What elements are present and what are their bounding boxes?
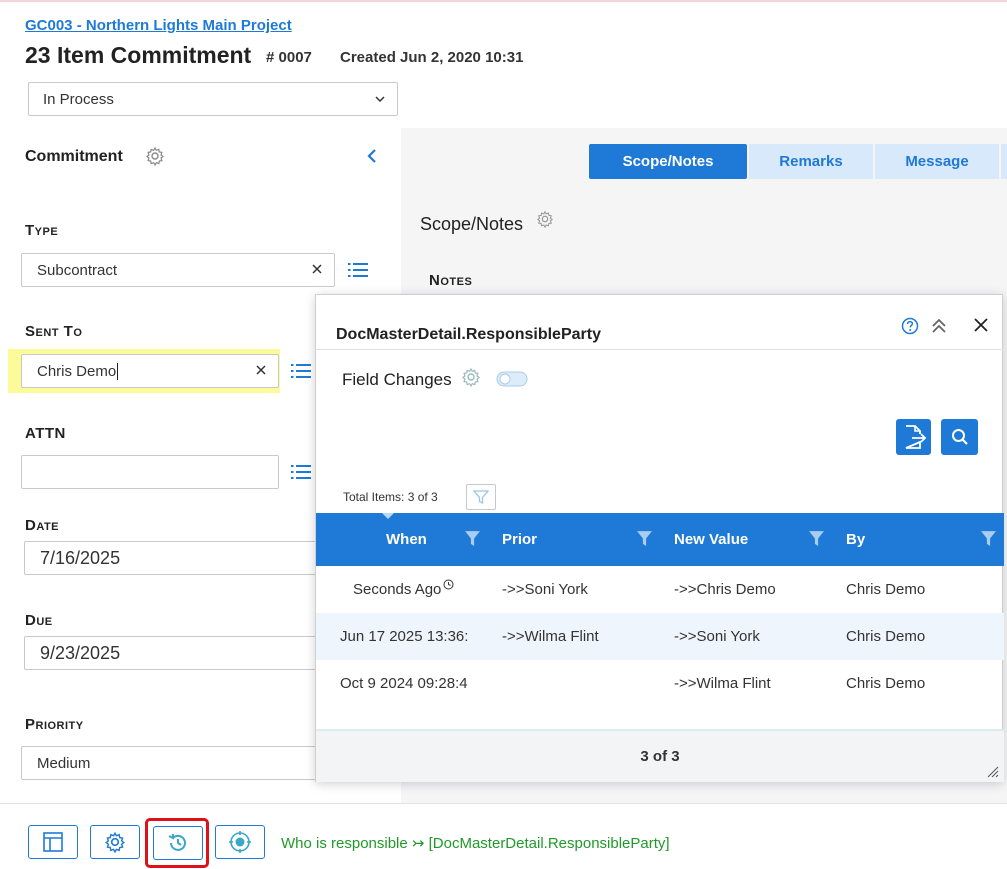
status-select[interactable]: In Process xyxy=(28,82,398,116)
settings-button[interactable] xyxy=(90,825,140,859)
cell-by: Chris Demo xyxy=(846,628,926,645)
pager-count: 3 of 3 xyxy=(640,748,680,765)
cell-prior: ->>Soni York xyxy=(502,581,588,598)
tab-overflow[interactable] xyxy=(1001,144,1007,179)
grid-header: When Prior New Value By xyxy=(316,513,1004,566)
cell-new-value: ->>Soni York xyxy=(674,628,760,645)
cell-when: Oct 9 2024 09:28:4 xyxy=(340,675,468,692)
scope-title: Scope/Notes xyxy=(420,214,524,234)
bottom-toolbar: Who is responsible ↣ [DocMasterDetail.Re… xyxy=(0,803,1007,869)
cell-new-value: ->>Chris Demo xyxy=(674,581,776,598)
field-changes-title: Field Changes xyxy=(342,370,452,389)
total-items-count: Total Items: 3 of 3 xyxy=(343,490,438,504)
due-label: Due xyxy=(25,612,53,629)
status-message: Who is responsible ↣ [DocMasterDetail.Re… xyxy=(281,835,670,852)
sent-to-value: Chris Demo xyxy=(37,362,117,380)
date-field[interactable]: 7/16/2025 xyxy=(24,541,324,575)
table-row[interactable]: Jun 17 2025 13:36: ->>Wilma Flint ->>Son… xyxy=(316,613,1004,660)
expand-icon[interactable] xyxy=(931,317,947,335)
created-timestamp: Created Jun 2, 2020 10:31 xyxy=(340,49,524,66)
target-button[interactable] xyxy=(215,825,265,859)
status-value: In Process xyxy=(43,90,114,108)
sent-to-label: Sent To xyxy=(25,323,83,340)
cell-when: Seconds Ago xyxy=(353,566,454,613)
cell-when: Jun 17 2025 13:36: xyxy=(340,628,469,645)
date-value: 7/16/2025 xyxy=(40,547,121,568)
popup-divider xyxy=(316,349,1004,350)
popup-title: DocMasterDetail.ResponsibleParty xyxy=(336,326,601,343)
gear-icon xyxy=(105,831,125,853)
text-cursor xyxy=(117,362,119,380)
column-header-by[interactable]: By xyxy=(846,513,865,566)
history-icon xyxy=(168,834,186,851)
toggle-icon[interactable] xyxy=(496,370,528,388)
layout-button[interactable] xyxy=(28,825,78,859)
gear-icon[interactable] xyxy=(461,367,481,387)
filter-icon[interactable] xyxy=(464,530,481,547)
layout-icon xyxy=(43,832,63,852)
list-icon[interactable] xyxy=(348,261,368,279)
type-value: Subcontract xyxy=(37,261,118,279)
type-label: Type xyxy=(25,222,59,239)
cell-by: Chris Demo xyxy=(846,675,926,692)
panel-title: Commitment xyxy=(25,148,123,165)
clear-icon[interactable] xyxy=(310,262,324,276)
gear-icon[interactable] xyxy=(145,146,165,166)
page-title: 23 Item Commitment xyxy=(25,42,252,68)
priority-label: Priority xyxy=(25,716,84,733)
top-accent-line xyxy=(0,0,1007,2)
date-label: Date xyxy=(25,517,60,534)
clear-icon[interactable] xyxy=(254,363,268,377)
type-field[interactable]: Subcontract xyxy=(21,253,335,287)
due-value: 9/23/2025 xyxy=(40,642,121,663)
help-icon[interactable] xyxy=(901,317,919,335)
grid-footer: 3 of 3 xyxy=(316,729,1004,782)
priority-value: Medium xyxy=(37,754,91,772)
table-row[interactable]: Seconds Ago ->>Soni York ->>Chris Demo C… xyxy=(316,566,1004,613)
tab-scope-notes[interactable]: Scope/Notes xyxy=(589,144,747,179)
doc-number: # 0007 xyxy=(266,49,312,66)
tab-bar: Scope/Notes Remarks Message xyxy=(589,144,1007,179)
export-button[interactable] xyxy=(896,419,931,455)
column-header-when[interactable]: When xyxy=(386,513,427,566)
search-icon xyxy=(951,429,968,445)
close-icon[interactable] xyxy=(973,317,989,333)
when-value: Seconds Ago xyxy=(353,581,442,598)
attn-field[interactable] xyxy=(21,455,279,489)
resize-grip-icon[interactable] xyxy=(987,766,999,778)
due-field[interactable]: 9/23/2025 xyxy=(24,636,324,670)
tab-remarks[interactable]: Remarks xyxy=(749,144,873,179)
column-header-prior[interactable]: Prior xyxy=(502,513,537,566)
list-icon[interactable] xyxy=(291,362,311,380)
cell-by: Chris Demo xyxy=(846,581,926,598)
table-row[interactable]: Oct 9 2024 09:28:4 ->>Wilma Flint Chris … xyxy=(316,660,1004,707)
target-icon xyxy=(229,831,251,853)
chevron-down-icon xyxy=(375,96,385,103)
history-button[interactable] xyxy=(153,826,203,860)
cell-new-value: ->>Wilma Flint xyxy=(674,675,771,692)
filter-icon[interactable] xyxy=(636,530,653,547)
filter-icon xyxy=(473,490,489,505)
field-changes-popup: DocMasterDetail.ResponsibleParty Field C… xyxy=(315,294,1004,782)
filter-icon[interactable] xyxy=(808,530,825,547)
tab-message[interactable]: Message xyxy=(875,144,999,179)
list-icon[interactable] xyxy=(291,463,311,481)
column-header-new-value[interactable]: New Value xyxy=(674,513,748,566)
filter-button[interactable] xyxy=(466,484,496,510)
cell-prior: ->>Wilma Flint xyxy=(502,628,599,645)
search-button[interactable] xyxy=(941,419,978,455)
project-link[interactable]: GC003 - Northern Lights Main Project xyxy=(25,17,292,34)
chevron-left-icon[interactable] xyxy=(365,148,379,164)
attn-label: ATTN xyxy=(25,425,66,442)
priority-field[interactable]: Medium xyxy=(21,746,321,780)
export-icon xyxy=(905,425,926,449)
sent-to-field[interactable]: Chris Demo xyxy=(21,354,279,388)
filter-icon[interactable] xyxy=(980,530,997,547)
notes-label: Notes xyxy=(429,272,473,289)
clock-icon xyxy=(443,579,454,590)
gear-icon[interactable] xyxy=(536,210,554,228)
